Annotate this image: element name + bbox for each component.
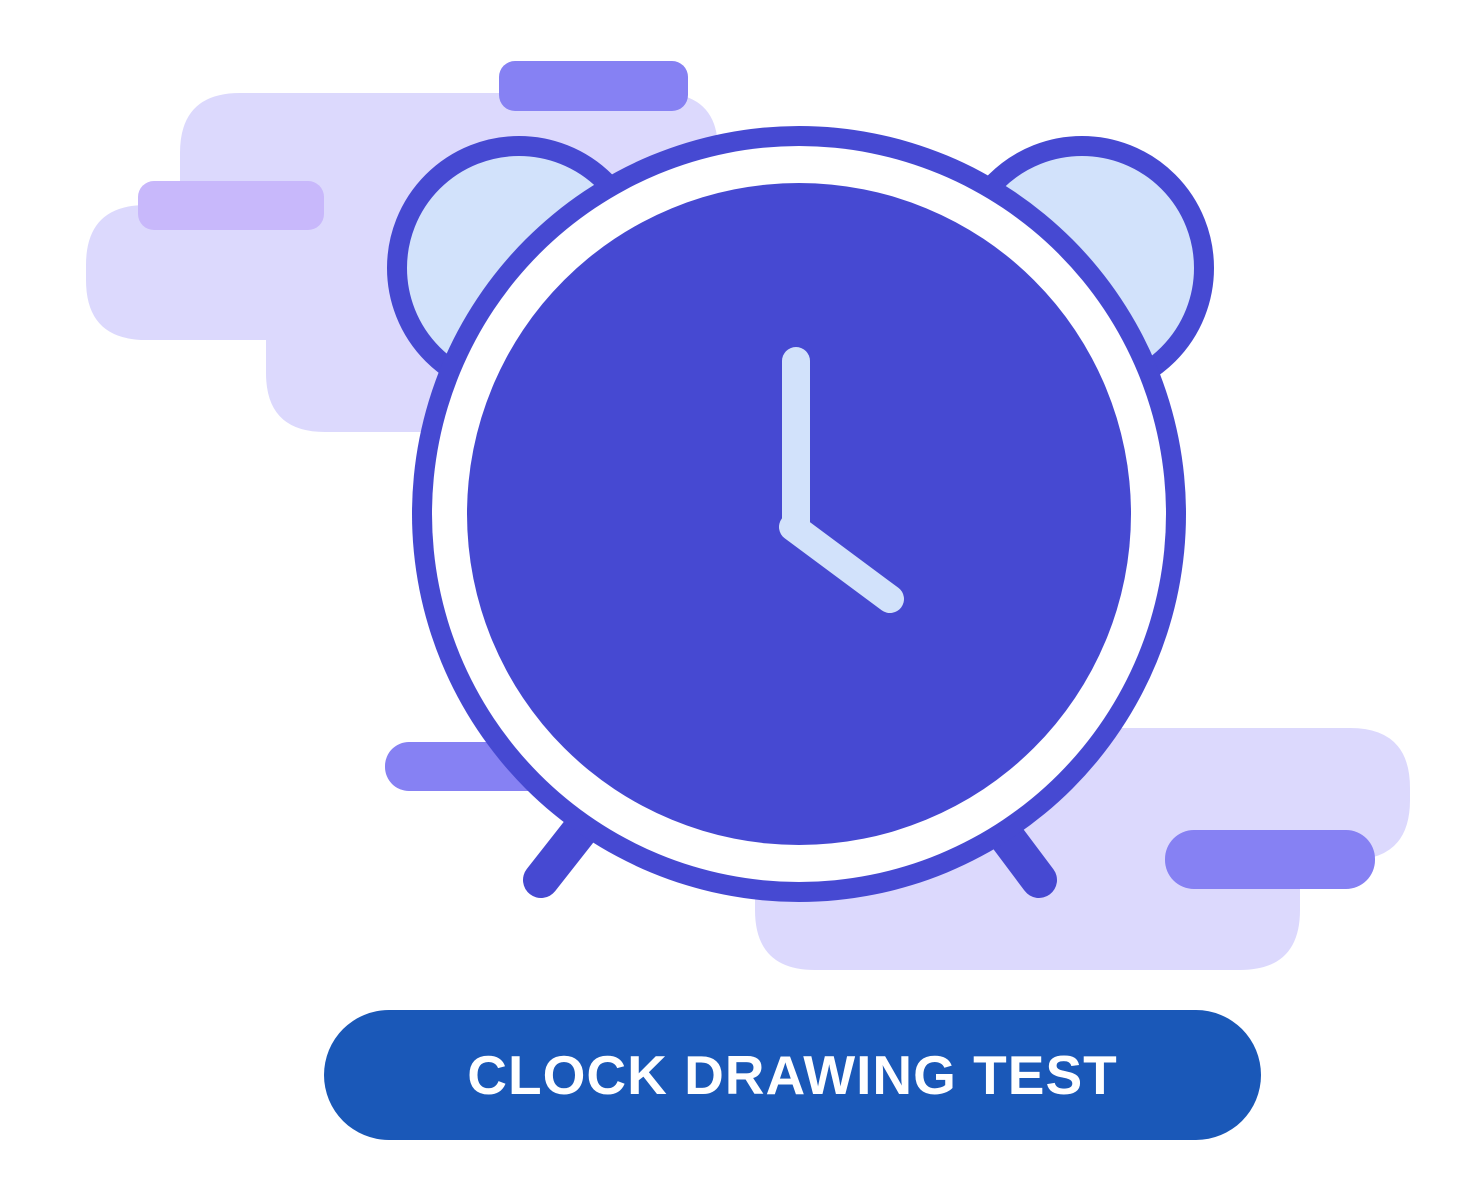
accent-bar-top (499, 61, 688, 111)
accent-bar-right (1165, 830, 1375, 889)
accent-bar-left (138, 181, 324, 230)
clock-illustration (86, 61, 1410, 970)
clock-drawing-test-button[interactable]: CLOCK DRAWING TEST (324, 1010, 1261, 1140)
